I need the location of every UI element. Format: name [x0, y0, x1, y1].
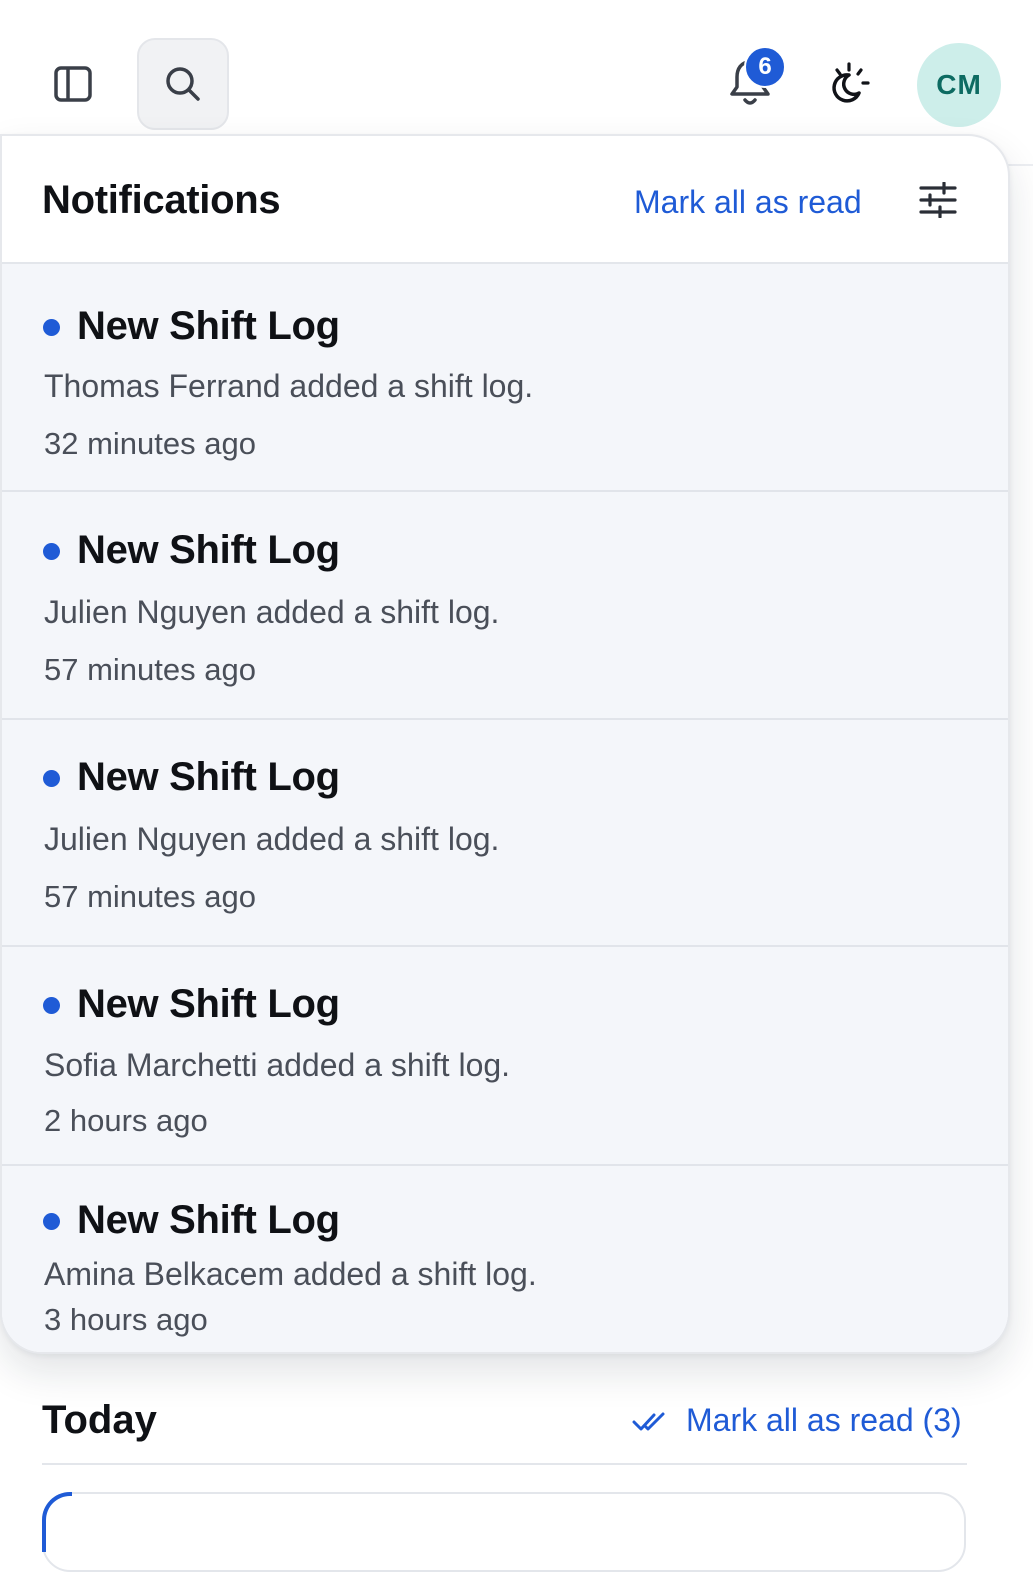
notification-settings-button[interactable]: [912, 178, 964, 222]
notification-message: Sofia Marchetti added a shift log.: [44, 1047, 511, 1083]
notification-time: 32 minutes ago: [44, 426, 256, 461]
sidebar-toggle-button[interactable]: [44, 56, 102, 112]
sun-moon-icon: [832, 62, 870, 103]
mark-all-read-link[interactable]: Mark all as read: [634, 184, 862, 221]
user-avatar[interactable]: CM: [917, 43, 1001, 127]
notification-time: 57 minutes ago: [44, 879, 256, 914]
notification-title: New Shift Log: [77, 1198, 340, 1242]
notification-title: New Shift Log: [77, 304, 340, 348]
unread-dot: [43, 997, 60, 1014]
notification-time: 3 hours ago: [44, 1302, 208, 1337]
today-card-accent: [42, 1492, 72, 1552]
notification-message: Julien Nguyen added a shift log.: [44, 821, 500, 857]
notification-title: New Shift Log: [77, 528, 340, 572]
today-divider: [42, 1463, 967, 1465]
theme-toggle-button[interactable]: [822, 58, 874, 110]
notifications-panel: Notifications Mark all as read New Shift…: [0, 134, 1010, 1354]
unread-dot: [43, 543, 60, 560]
notification-message: Thomas Ferrand added a shift log.: [44, 368, 534, 404]
today-card[interactable]: [42, 1492, 966, 1572]
notification-count-badge: 6: [744, 46, 786, 88]
search-button[interactable]: [137, 38, 229, 130]
unread-dot: [43, 1213, 60, 1230]
notification-item[interactable]: New Shift Log Julien Nguyen added a shif…: [2, 720, 1008, 947]
notification-item[interactable]: New Shift Log Sofia Marchetti added a sh…: [2, 947, 1008, 1166]
double-check-icon: [632, 1412, 665, 1430]
notification-time: 57 minutes ago: [44, 652, 256, 687]
sidebar-toggle-icon: [54, 66, 92, 102]
today-mark-all-read-label: Mark all as read (3): [686, 1402, 962, 1438]
notification-item[interactable]: New Shift Log Amina Belkacem added a shi…: [2, 1166, 1008, 1352]
notifications-header: Notifications Mark all as read: [2, 136, 1008, 264]
sliders-icon: [919, 182, 957, 218]
notification-message: Amina Belkacem added a shift log.: [44, 1256, 537, 1292]
notification-list: New Shift Log Thomas Ferrand added a shi…: [2, 264, 1008, 1352]
today-mark-all-read-button[interactable]: Mark all as read (3): [632, 1402, 962, 1439]
notification-title: New Shift Log: [77, 982, 340, 1026]
notification-title: New Shift Log: [77, 755, 340, 799]
notification-item[interactable]: New Shift Log Julien Nguyen added a shif…: [2, 492, 1008, 720]
unread-dot: [43, 770, 60, 787]
notification-message: Julien Nguyen added a shift log.: [44, 594, 500, 630]
search-icon: [166, 67, 200, 101]
today-section-title: Today: [42, 1398, 157, 1442]
unread-dot: [43, 319, 60, 336]
notifications-title: Notifications: [42, 178, 281, 222]
notification-time: 2 hours ago: [44, 1103, 208, 1138]
notification-item[interactable]: New Shift Log Thomas Ferrand added a shi…: [2, 264, 1008, 492]
